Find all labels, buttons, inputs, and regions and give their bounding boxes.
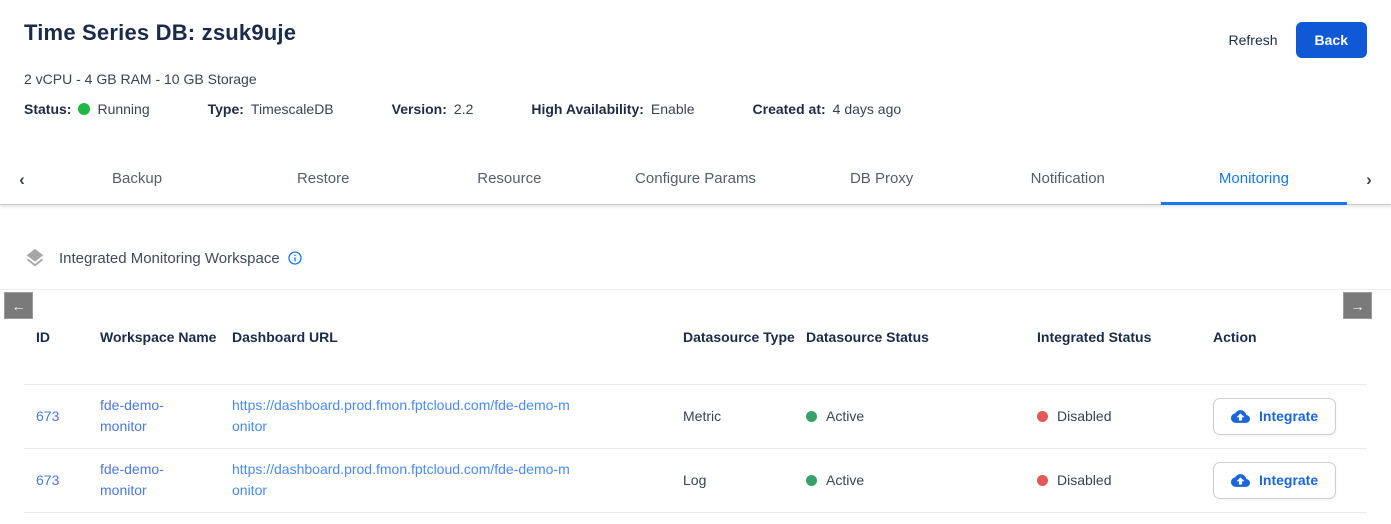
workspace-name-link[interactable]: fde-demo-monitor [100,459,190,501]
back-button[interactable]: Back [1296,22,1367,58]
cloud-upload-icon [1231,407,1250,426]
disabled-status-dot-icon [1037,411,1048,422]
created-at-label: Created at: [753,101,826,117]
tab-backup[interactable]: Backup [44,155,230,205]
cloud-upload-icon [1231,471,1250,490]
active-status-dot-icon [806,411,817,422]
datasource-status-value: Active [826,408,864,424]
datasource-status-badge: Active [806,472,1037,488]
column-header-datasource-type: Datasource Type [683,290,806,384]
tab-bar: ‹ Backup Restore Resource Configure Para… [0,155,1391,205]
status-value: Running [97,101,149,117]
meta-version: Version: 2.2 [392,101,474,117]
version-value: 2.2 [454,101,473,117]
section-header: Integrated Monitoring Workspace [0,247,1391,269]
column-header-workspace-name: Workspace Name [100,290,232,384]
dashboard-url-link[interactable]: https://dashboard.prod.fmon.fptcloud.com… [232,459,577,501]
column-header-id: ID [24,290,100,384]
table-scroll-left-arrow-icon[interactable]: ← [4,292,33,319]
tab-db-proxy[interactable]: DB Proxy [789,155,975,205]
column-header-dashboard-url: Dashboard URL [232,290,683,384]
info-icon[interactable] [287,250,303,266]
tabs-scroll-right-chevron-icon[interactable]: › [1347,155,1391,204]
datasource-type-value: Log [683,472,706,488]
page-header: Time Series DB: zsuk9uje Refresh Back 2 … [0,0,1391,117]
tab-notification[interactable]: Notification [975,155,1161,205]
table-row: 673 fde-demo-monitor https://dashboard.p… [24,448,1367,512]
running-status-dot-icon [78,103,90,115]
meta-status: Status: Running [24,101,150,117]
integrated-status-badge: Disabled [1037,408,1213,424]
integrate-button-label: Integrate [1259,472,1318,488]
tab-restore[interactable]: Restore [230,155,416,205]
version-label: Version: [392,101,447,117]
meta-high-availability: High Availability: Enable [531,101,694,117]
active-status-dot-icon [806,475,817,486]
type-value: TimescaleDB [251,101,334,117]
table-scroll-right-arrow-icon[interactable]: → [1343,292,1372,319]
header-actions: Refresh Back [1229,22,1368,58]
meta-row: Status: Running Type: TimescaleDB Versio… [24,101,1367,117]
integrate-button[interactable]: Integrate [1213,462,1336,499]
high-availability-value: Enable [651,101,695,117]
tab-monitoring[interactable]: Monitoring [1161,155,1347,205]
column-header-datasource-status: Datasource Status [806,290,1037,384]
workspace-id-link[interactable]: 673 [36,408,59,424]
monitoring-workspace-table: ID Workspace Name Dashboard URL Datasour… [24,290,1367,513]
table-row: 673 fde-demo-monitor https://dashboard.p… [24,384,1367,448]
meta-created-at: Created at: 4 days ago [753,101,902,117]
datasource-status-value: Active [826,472,864,488]
workspace-name-link[interactable]: fde-demo-monitor [100,395,190,437]
column-header-integrated-status: Integrated Status [1037,290,1213,384]
type-label: Type: [208,101,244,117]
tab-resource[interactable]: Resource [416,155,602,205]
high-availability-label: High Availability: [531,101,644,117]
integrated-status-value: Disabled [1057,472,1111,488]
page-title: Time Series DB: zsuk9uje [24,20,296,46]
tabs-scroll-left-chevron-icon[interactable]: ‹ [0,155,44,204]
integrated-status-value: Disabled [1057,408,1111,424]
dashboard-url-link[interactable]: https://dashboard.prod.fmon.fptcloud.com… [232,395,577,437]
workspace-id-link[interactable]: 673 [36,472,59,488]
datasource-status-badge: Active [806,408,1037,424]
datasource-type-value: Metric [683,408,721,424]
meta-type: Type: TimescaleDB [208,101,334,117]
refresh-button[interactable]: Refresh [1229,32,1278,48]
section-title: Integrated Monitoring Workspace [59,250,280,267]
resource-summary: 2 vCPU - 4 GB RAM - 10 GB Storage [24,71,1367,87]
table-header-row: ID Workspace Name Dashboard URL Datasour… [24,290,1367,384]
monitoring-table-container: ← → ID Workspace Name Dashboard URL Data… [0,289,1391,513]
disabled-status-dot-icon [1037,475,1048,486]
status-label: Status: [24,101,71,117]
created-at-value: 4 days ago [833,101,902,117]
layers-icon [24,247,46,269]
tab-configure-params[interactable]: Configure Params [602,155,788,205]
integrate-button-label: Integrate [1259,408,1318,424]
integrated-status-badge: Disabled [1037,472,1213,488]
integrate-button[interactable]: Integrate [1213,398,1336,435]
